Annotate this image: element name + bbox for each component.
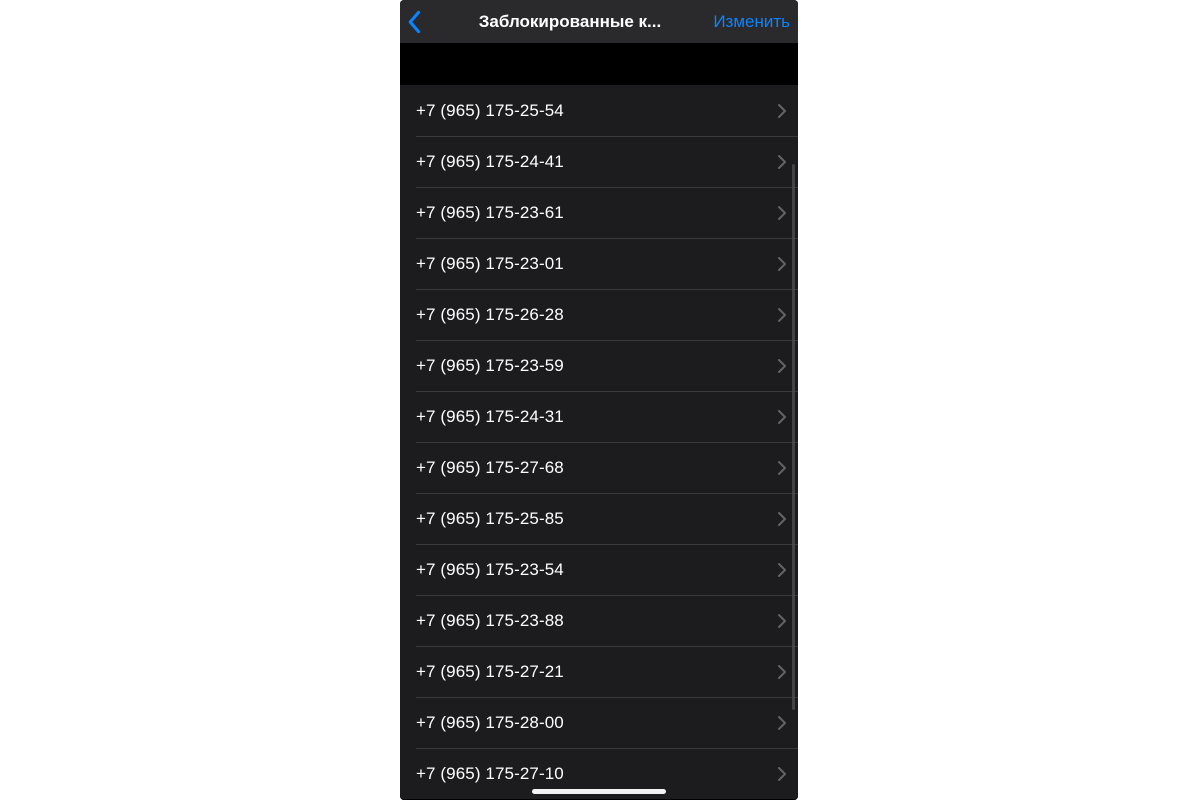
chevron-right-icon: [778, 257, 786, 271]
chevron-right-icon: [778, 512, 786, 526]
chevron-right-icon: [778, 665, 786, 679]
chevron-right-icon: [778, 563, 786, 577]
blocked-contact-row[interactable]: +7 (965) 175-23-88: [400, 595, 798, 646]
phone-frame: Заблокированные к... Изменить +7 (965) 1…: [400, 0, 798, 800]
chevron-right-icon: [778, 359, 786, 373]
phone-number: +7 (965) 175-27-10: [416, 764, 778, 784]
blocked-contact-row[interactable]: +7 (965) 175-23-61: [400, 187, 798, 238]
chevron-right-icon: [778, 767, 786, 781]
navigation-bar: Заблокированные к... Изменить: [400, 0, 798, 44]
phone-number: +7 (965) 175-27-68: [416, 458, 778, 478]
blocked-contact-row[interactable]: +7 (965) 175-23-59: [400, 340, 798, 391]
phone-number: +7 (965) 175-24-31: [416, 407, 778, 427]
blocked-list-container: +7 (965) 175-25-54 +7 (965) 175-24-41 +7 (…: [400, 44, 798, 800]
blocked-contact-row[interactable]: +7 (965) 175-23-01: [400, 238, 798, 289]
blocked-contact-row[interactable]: +7 (965) 175-25-85: [400, 493, 798, 544]
phone-number: +7 (965) 175-25-54: [416, 101, 778, 121]
blocked-contact-row[interactable]: +7 (965) 175-28-00: [400, 697, 798, 748]
chevron-right-icon: [778, 410, 786, 424]
phone-number: +7 (965) 175-28-00: [416, 713, 778, 733]
phone-number: +7 (965) 175-23-88: [416, 611, 778, 631]
chevron-right-icon: [778, 308, 786, 322]
blocked-contact-row[interactable]: +7 (965) 175-24-31: [400, 391, 798, 442]
chevron-right-icon: [778, 461, 786, 475]
blocked-contacts-list: +7 (965) 175-25-54 +7 (965) 175-24-41 +7 (…: [400, 85, 798, 799]
phone-number: +7 (965) 175-23-59: [416, 356, 778, 376]
blocked-contact-row[interactable]: +7 (965) 175-27-68: [400, 442, 798, 493]
blocked-contact-row[interactable]: +7 (965) 175-23-54: [400, 544, 798, 595]
home-indicator[interactable]: [532, 789, 666, 794]
chevron-right-icon: [778, 716, 786, 730]
phone-number: +7 (965) 175-25-85: [416, 509, 778, 529]
chevron-right-icon: [778, 614, 786, 628]
blocked-contact-row[interactable]: +7 (965) 175-27-21: [400, 646, 798, 697]
chevron-right-icon: [778, 206, 786, 220]
blocked-contact-row[interactable]: +7 (965) 175-24-41: [400, 136, 798, 187]
phone-number: +7 (965) 175-27-21: [416, 662, 778, 682]
edit-button[interactable]: Изменить: [707, 12, 790, 32]
phone-number: +7 (965) 175-23-01: [416, 254, 778, 274]
blocked-contact-row[interactable]: +7 (965) 175-26-28: [400, 289, 798, 340]
chevron-right-icon: [778, 155, 786, 169]
page-title: Заблокированные к...: [446, 12, 694, 32]
phone-number: +7 (965) 175-23-61: [416, 203, 778, 223]
phone-number: +7 (965) 175-23-54: [416, 560, 778, 580]
phone-number: +7 (965) 175-26-28: [416, 305, 778, 325]
phone-number: +7 (965) 175-24-41: [416, 152, 778, 172]
back-button[interactable]: [406, 10, 436, 34]
list-header-spacer: [400, 44, 798, 85]
scrollbar[interactable]: [792, 164, 795, 710]
chevron-right-icon: [778, 104, 786, 118]
stage: Заблокированные к... Изменить +7 (965) 1…: [0, 0, 1200, 800]
blocked-contact-row[interactable]: +7 (965) 175-25-54: [400, 85, 798, 136]
chevron-left-icon: [406, 10, 424, 34]
